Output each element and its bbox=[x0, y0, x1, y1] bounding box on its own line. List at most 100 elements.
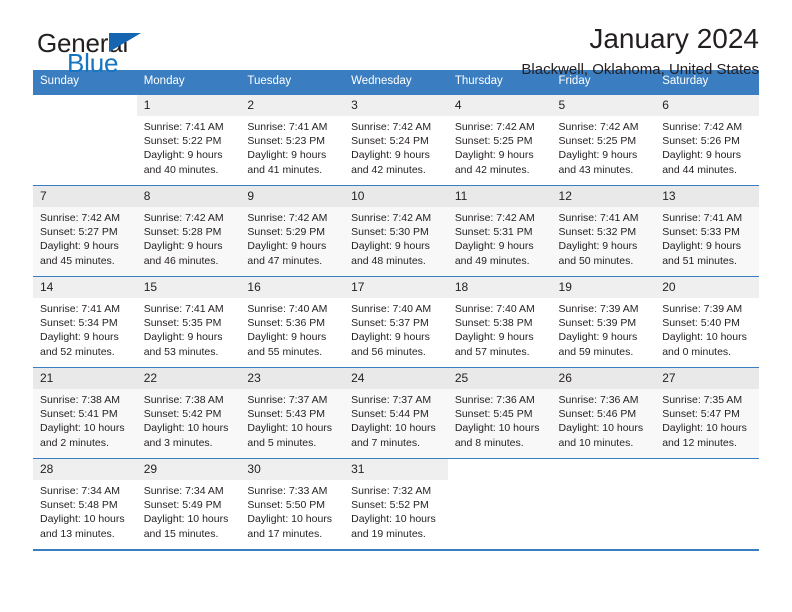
calendar-day-cell[interactable]: 24 Sunrise: 7:37 AM Sunset: 5:44 PM Dayligh… bbox=[344, 367, 448, 459]
sunset-text: Sunset: 5:43 PM bbox=[247, 408, 326, 421]
sunrise-text: Sunrise: 7:32 AM bbox=[351, 485, 432, 497]
weekday-header-wednesday: Wednesday bbox=[344, 70, 448, 95]
day-number: 25 bbox=[447, 368, 552, 389]
page-subtitle: Blackwell, Oklahoma, United States bbox=[521, 61, 759, 78]
day-sun-info: Sunrise: 7:42 AM Sunset: 5:25 PM Daylight:… bbox=[448, 116, 552, 177]
title-block: January 2024 Blackwell, Oklahoma, United… bbox=[521, 22, 759, 80]
day-sun-info: Sunrise: 7:42 AM Sunset: 5:24 PM Daylight:… bbox=[344, 116, 448, 177]
calendar-day-cell[interactable]: 5 Sunrise: 7:42 AM Sunset: 5:25 PM Daylight… bbox=[551, 94, 656, 186]
sunrise-text: Sunrise: 7:36 AM bbox=[558, 394, 639, 406]
calendar-week-row: 7 Sunrise: 7:42 AM Sunset: 5:27 PM Daylight… bbox=[33, 185, 759, 277]
sunrise-text: Sunrise: 7:42 AM bbox=[662, 121, 743, 133]
sunrise-text: Sunrise: 7:41 AM bbox=[662, 212, 743, 224]
calendar-day-cell[interactable]: 18 Sunrise: 7:40 AM Sunset: 5:38 PM Dayligh… bbox=[447, 276, 552, 368]
calendar-day-cell[interactable]: 14 Sunrise: 7:41 AM Sunset: 5:34 PM Dayligh… bbox=[33, 276, 137, 368]
day-number: 20 bbox=[655, 277, 759, 298]
day-number bbox=[552, 459, 656, 480]
calendar-day-cell[interactable]: 10 Sunrise: 7:42 AM Sunset: 5:30 PM Dayligh… bbox=[344, 185, 448, 277]
calendar-page: General Blue January 2024 Blackwell, Okl… bbox=[0, 0, 792, 612]
sunrise-text: Sunrise: 7:38 AM bbox=[143, 394, 224, 406]
sunrise-text: Sunrise: 7:33 AM bbox=[247, 485, 328, 497]
sunset-text: Sunset: 5:52 PM bbox=[351, 499, 429, 512]
calendar-day-cell[interactable]: 12 Sunrise: 7:41 AM Sunset: 5:32 PM Dayligh… bbox=[551, 185, 656, 277]
day-number: 31 bbox=[344, 459, 448, 480]
calendar-day-cell[interactable]: 13 Sunrise: 7:41 AM Sunset: 5:33 PM Dayligh… bbox=[655, 185, 759, 277]
calendar-day-cell[interactable]: 31 Sunrise: 7:32 AM Sunset: 5:52 PM Dayligh… bbox=[344, 458, 448, 549]
calendar-day-cell[interactable]: 11 Sunrise: 7:42 AM Sunset: 5:31 PM Dayligh… bbox=[447, 185, 552, 277]
day-number: 15 bbox=[136, 277, 241, 298]
day-cell-content: 19 Sunrise: 7:39 AM Sunset: 5:39 PM Dayligh… bbox=[551, 277, 656, 367]
daylight-text: Daylight: 9 hours and 50 minutes. bbox=[558, 240, 638, 267]
calendar-day-cell[interactable]: 22 Sunrise: 7:38 AM Sunset: 5:42 PM Dayligh… bbox=[136, 367, 241, 459]
calendar-day-cell[interactable]: 29 Sunrise: 7:34 AM Sunset: 5:49 PM Dayligh… bbox=[136, 458, 241, 549]
day-sun-info: Sunrise: 7:36 AM Sunset: 5:46 PM Daylight:… bbox=[552, 389, 656, 450]
day-cell-content: 24 Sunrise: 7:37 AM Sunset: 5:44 PM Dayligh… bbox=[344, 368, 448, 458]
general-blue-logo[interactable]: General Blue bbox=[37, 28, 267, 84]
calendar-day-cell[interactable]: 19 Sunrise: 7:39 AM Sunset: 5:39 PM Dayligh… bbox=[551, 276, 656, 368]
calendar-day-cell[interactable]: 2 Sunrise: 7:41 AM Sunset: 5:23 PM Daylight… bbox=[240, 94, 345, 186]
sunrise-text: Sunrise: 7:42 AM bbox=[247, 212, 328, 224]
calendar-day-cell[interactable]: 21 Sunrise: 7:38 AM Sunset: 5:41 PM Dayligh… bbox=[33, 367, 137, 459]
day-cell-content: 14 Sunrise: 7:41 AM Sunset: 5:34 PM Dayligh… bbox=[33, 277, 137, 367]
calendar-body: 1 Sunrise: 7:41 AM Sunset: 5:22 PM Daylight… bbox=[33, 94, 759, 549]
day-sun-info bbox=[33, 116, 137, 120]
day-sun-info: Sunrise: 7:41 AM Sunset: 5:32 PM Daylight:… bbox=[552, 207, 656, 268]
day-number: 13 bbox=[655, 186, 759, 207]
sunset-text: Sunset: 5:32 PM bbox=[558, 226, 637, 239]
day-sun-info: Sunrise: 7:34 AM Sunset: 5:49 PM Daylight:… bbox=[137, 480, 241, 541]
day-cell-content: 25 Sunrise: 7:36 AM Sunset: 5:45 PM Dayligh… bbox=[447, 368, 552, 458]
calendar-day-cell bbox=[33, 94, 137, 186]
day-sun-info: Sunrise: 7:36 AM Sunset: 5:45 PM Daylight:… bbox=[448, 389, 552, 450]
daylight-text: Daylight: 10 hours and 7 minutes. bbox=[351, 422, 436, 449]
daylight-text: Daylight: 9 hours and 47 minutes. bbox=[247, 240, 327, 267]
daylight-text: Daylight: 9 hours and 49 minutes. bbox=[454, 240, 534, 267]
sunrise-text: Sunrise: 7:40 AM bbox=[454, 303, 535, 315]
calendar-day-cell[interactable]: 8 Sunrise: 7:42 AM Sunset: 5:28 PM Daylight… bbox=[136, 185, 241, 277]
sunset-text: Sunset: 5:37 PM bbox=[351, 317, 429, 330]
calendar-day-cell[interactable]: 16 Sunrise: 7:40 AM Sunset: 5:36 PM Dayligh… bbox=[240, 276, 345, 368]
sunset-text: Sunset: 5:27 PM bbox=[40, 226, 118, 239]
day-number: 17 bbox=[344, 277, 448, 298]
sunset-text: Sunset: 5:22 PM bbox=[143, 135, 222, 148]
calendar-day-cell[interactable]: 28 Sunrise: 7:34 AM Sunset: 5:48 PM Dayligh… bbox=[33, 458, 137, 549]
day-cell-content: 6 Sunrise: 7:42 AM Sunset: 5:26 PM Daylight… bbox=[655, 95, 759, 185]
day-number: 5 bbox=[551, 95, 656, 116]
day-number: 21 bbox=[33, 368, 137, 389]
day-number bbox=[448, 459, 552, 480]
day-sun-info: Sunrise: 7:42 AM Sunset: 5:26 PM Daylight:… bbox=[655, 116, 759, 177]
day-sun-info: Sunrise: 7:41 AM Sunset: 5:22 PM Daylight:… bbox=[137, 116, 241, 177]
calendar-day-cell[interactable]: 17 Sunrise: 7:40 AM Sunset: 5:37 PM Dayligh… bbox=[344, 276, 448, 368]
day-sun-info bbox=[448, 480, 552, 484]
calendar-day-cell[interactable]: 25 Sunrise: 7:36 AM Sunset: 5:45 PM Dayligh… bbox=[447, 367, 552, 459]
sunrise-text: Sunrise: 7:42 AM bbox=[454, 212, 535, 224]
day-sun-info: Sunrise: 7:42 AM Sunset: 5:29 PM Daylight:… bbox=[240, 207, 344, 268]
sunset-text: Sunset: 5:49 PM bbox=[143, 499, 222, 512]
sunset-text: Sunset: 5:48 PM bbox=[40, 499, 118, 512]
calendar-day-cell[interactable]: 7 Sunrise: 7:42 AM Sunset: 5:27 PM Daylight… bbox=[33, 185, 137, 277]
daylight-text: Daylight: 10 hours and 8 minutes. bbox=[454, 422, 540, 449]
calendar-day-cell[interactable]: 1 Sunrise: 7:41 AM Sunset: 5:22 PM Daylight… bbox=[136, 94, 241, 186]
day-number: 24 bbox=[344, 368, 448, 389]
day-number: 16 bbox=[240, 277, 345, 298]
sunrise-text: Sunrise: 7:41 AM bbox=[143, 303, 224, 315]
sunset-text: Sunset: 5:47 PM bbox=[662, 408, 740, 421]
day-cell-content bbox=[33, 95, 137, 185]
sunset-text: Sunset: 5:29 PM bbox=[247, 226, 326, 239]
calendar-day-cell[interactable]: 4 Sunrise: 7:42 AM Sunset: 5:25 PM Daylight… bbox=[447, 94, 552, 186]
day-sun-info: Sunrise: 7:40 AM Sunset: 5:37 PM Daylight:… bbox=[344, 298, 448, 359]
daylight-text: Daylight: 9 hours and 45 minutes. bbox=[40, 240, 119, 267]
calendar-day-cell[interactable]: 26 Sunrise: 7:36 AM Sunset: 5:46 PM Dayligh… bbox=[551, 367, 656, 459]
calendar-day-cell[interactable]: 30 Sunrise: 7:33 AM Sunset: 5:50 PM Dayligh… bbox=[240, 458, 345, 549]
calendar-day-cell[interactable]: 23 Sunrise: 7:37 AM Sunset: 5:43 PM Dayligh… bbox=[240, 367, 345, 459]
sunset-text: Sunset: 5:31 PM bbox=[454, 226, 533, 239]
calendar-day-cell[interactable]: 9 Sunrise: 7:42 AM Sunset: 5:29 PM Daylight… bbox=[240, 185, 345, 277]
sunset-text: Sunset: 5:46 PM bbox=[558, 408, 637, 421]
sunset-text: Sunset: 5:28 PM bbox=[143, 226, 222, 239]
calendar-day-cell[interactable]: 20 Sunrise: 7:39 AM Sunset: 5:40 PM Dayligh… bbox=[655, 276, 759, 368]
calendar-day-cell[interactable]: 3 Sunrise: 7:42 AM Sunset: 5:24 PM Daylight… bbox=[344, 94, 448, 186]
calendar-day-cell[interactable]: 15 Sunrise: 7:41 AM Sunset: 5:35 PM Dayligh… bbox=[136, 276, 241, 368]
calendar-day-cell[interactable]: 27 Sunrise: 7:35 AM Sunset: 5:47 PM Dayligh… bbox=[655, 367, 759, 459]
daylight-text: Daylight: 9 hours and 43 minutes. bbox=[558, 149, 638, 176]
calendar-day-cell[interactable]: 6 Sunrise: 7:42 AM Sunset: 5:26 PM Daylight… bbox=[655, 94, 759, 186]
sunrise-text: Sunrise: 7:42 AM bbox=[558, 121, 639, 133]
